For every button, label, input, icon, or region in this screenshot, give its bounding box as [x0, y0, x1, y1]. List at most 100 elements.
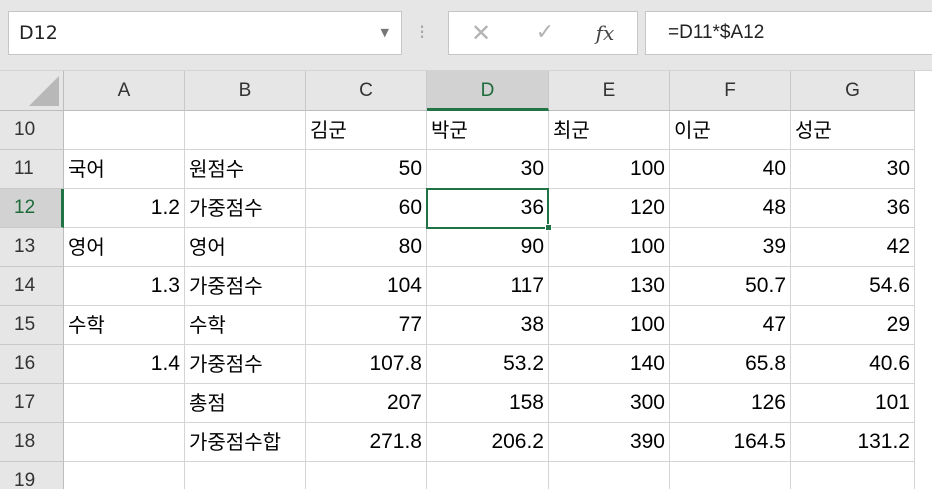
name-box[interactable]: D12 ▼: [8, 11, 402, 55]
formula-bar-area: D12 ▼ ⁝ ✕ ✓ fx =D11*$A12: [0, 0, 932, 71]
cell-b16[interactable]: 가중점수: [185, 345, 306, 384]
formula-input[interactable]: =D11*$A12: [645, 11, 932, 55]
column-header-f[interactable]: F: [670, 71, 791, 111]
cell-e12[interactable]: 120: [549, 189, 670, 228]
cell-b10[interactable]: [185, 111, 306, 150]
cell-f18[interactable]: 164.5: [670, 423, 791, 462]
cell-g12[interactable]: 36: [791, 189, 915, 228]
cell-a14[interactable]: 1.3: [64, 267, 185, 306]
cell-b14[interactable]: 가중점수: [185, 267, 306, 306]
cell-d16[interactable]: 53.2: [427, 345, 549, 384]
function-icon[interactable]: fx: [585, 12, 625, 54]
cell-d19[interactable]: [427, 462, 549, 489]
formula-text: =D11*$A12: [668, 22, 765, 43]
cell-a10[interactable]: [64, 111, 185, 150]
cell-c13[interactable]: 80: [306, 228, 427, 267]
column-header-e[interactable]: E: [549, 71, 670, 111]
cell-g13[interactable]: 42: [791, 228, 915, 267]
cell-g15[interactable]: 29: [791, 306, 915, 345]
cell-d17[interactable]: 158: [427, 384, 549, 423]
vertical-dots-icon[interactable]: ⁝: [415, 17, 429, 47]
cell-d15[interactable]: 38: [427, 306, 549, 345]
cell-c19[interactable]: [306, 462, 427, 489]
cell-c18[interactable]: 271.8: [306, 423, 427, 462]
cell-g17[interactable]: 101: [791, 384, 915, 423]
cell-c12[interactable]: 60: [306, 189, 427, 228]
cell-f11[interactable]: 40: [670, 150, 791, 189]
cell-f10[interactable]: 이군: [670, 111, 791, 150]
cell-b15[interactable]: 수학: [185, 306, 306, 345]
cell-f12[interactable]: 48: [670, 189, 791, 228]
cell-c17[interactable]: 207: [306, 384, 427, 423]
row-header-18[interactable]: 18: [0, 423, 64, 462]
cell-b11[interactable]: 원점수: [185, 150, 306, 189]
select-all-button[interactable]: [0, 71, 64, 111]
cell-e13[interactable]: 100: [549, 228, 670, 267]
cell-e18[interactable]: 390: [549, 423, 670, 462]
cell-g18[interactable]: 131.2: [791, 423, 915, 462]
cell-c11[interactable]: 50: [306, 150, 427, 189]
cell-a18[interactable]: [64, 423, 185, 462]
cell-d12[interactable]: 36: [427, 189, 549, 228]
column-header-g[interactable]: G: [791, 71, 915, 111]
cell-f13[interactable]: 39: [670, 228, 791, 267]
cell-f19[interactable]: [670, 462, 791, 489]
column-header-c[interactable]: C: [306, 71, 427, 111]
cell-b13[interactable]: 영어: [185, 228, 306, 267]
cell-e19[interactable]: [549, 462, 670, 489]
row-header-12[interactable]: 12: [0, 189, 64, 228]
cell-a11[interactable]: 국어: [64, 150, 185, 189]
cell-c10[interactable]: 김군: [306, 111, 427, 150]
cell-e15[interactable]: 100: [549, 306, 670, 345]
column-header-a[interactable]: A: [64, 71, 185, 111]
cell-a13[interactable]: 영어: [64, 228, 185, 267]
cell-g19[interactable]: [791, 462, 915, 489]
row-header-10[interactable]: 10: [0, 111, 64, 150]
cell-f17[interactable]: 126: [670, 384, 791, 423]
cell-e16[interactable]: 140: [549, 345, 670, 384]
chevron-down-icon[interactable]: ▼: [381, 12, 389, 54]
cell-a17[interactable]: [64, 384, 185, 423]
cell-a19[interactable]: [64, 462, 185, 489]
row-header-17[interactable]: 17: [0, 384, 64, 423]
cell-g10[interactable]: 성군: [791, 111, 915, 150]
cell-g16[interactable]: 40.6: [791, 345, 915, 384]
cell-d13[interactable]: 90: [427, 228, 549, 267]
cell-b18[interactable]: 가중점수합: [185, 423, 306, 462]
cell-c16[interactable]: 107.8: [306, 345, 427, 384]
spreadsheet-grid: A B C D E F G 10 김군 박군 최군 이군 성군 11 국어 원점수 50 30 100 40 30 12 1…: [0, 71, 932, 489]
cell-f14[interactable]: 50.7: [670, 267, 791, 306]
cell-c14[interactable]: 104: [306, 267, 427, 306]
row-header-14[interactable]: 14: [0, 267, 64, 306]
row-header-19[interactable]: 19: [0, 462, 64, 489]
row-header-16[interactable]: 16: [0, 345, 64, 384]
cell-b19[interactable]: [185, 462, 306, 489]
cell-a16[interactable]: 1.4: [64, 345, 185, 384]
row-header-11[interactable]: 11: [0, 150, 64, 189]
cell-g11[interactable]: 30: [791, 150, 915, 189]
cell-d10[interactable]: 박군: [427, 111, 549, 150]
cell-e10[interactable]: 최군: [549, 111, 670, 150]
cell-b12[interactable]: 가중점수: [185, 189, 306, 228]
cell-g14[interactable]: 54.6: [791, 267, 915, 306]
fill-handle[interactable]: [545, 224, 552, 231]
cell-c15[interactable]: 77: [306, 306, 427, 345]
name-box-value: D12: [19, 22, 58, 44]
checkmark-icon[interactable]: ✓: [525, 12, 565, 54]
cell-f15[interactable]: 47: [670, 306, 791, 345]
column-header-d[interactable]: D: [427, 71, 549, 111]
cell-d18[interactable]: 206.2: [427, 423, 549, 462]
cell-f16[interactable]: 65.8: [670, 345, 791, 384]
cell-e17[interactable]: 300: [549, 384, 670, 423]
column-header-b[interactable]: B: [185, 71, 306, 111]
cell-d14[interactable]: 117: [427, 267, 549, 306]
cell-d11[interactable]: 30: [427, 150, 549, 189]
cell-e14[interactable]: 130: [549, 267, 670, 306]
cell-e11[interactable]: 100: [549, 150, 670, 189]
cell-a12[interactable]: 1.2: [64, 189, 185, 228]
cell-b17[interactable]: 총점: [185, 384, 306, 423]
row-header-15[interactable]: 15: [0, 306, 64, 345]
x-icon[interactable]: ✕: [461, 12, 501, 54]
cell-a15[interactable]: 수학: [64, 306, 185, 345]
row-header-13[interactable]: 13: [0, 228, 64, 267]
